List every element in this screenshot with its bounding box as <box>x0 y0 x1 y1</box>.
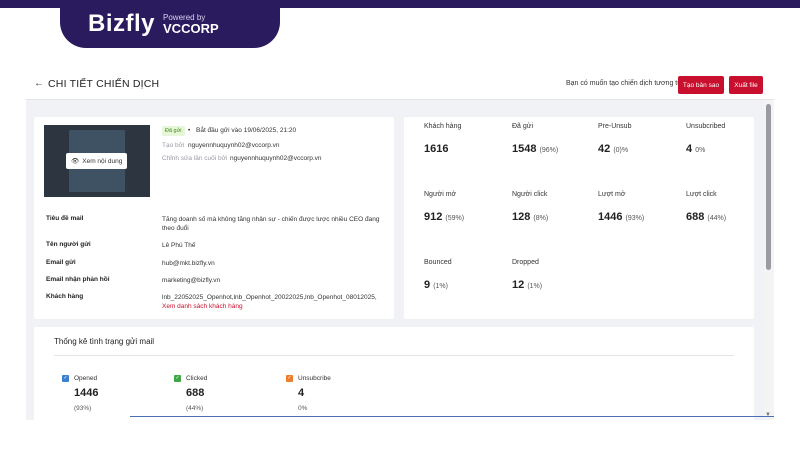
checkbox-checked-icon[interactable]: ✓ <box>286 375 293 382</box>
stat-pre-unsub-value: 42 (0)% <box>598 143 629 155</box>
legend-unsubscribe-pct: 0% <box>298 405 308 412</box>
bottom-divider <box>130 416 774 417</box>
legend-unsubscribe-value: 4 <box>298 387 305 399</box>
stat-dropped-label: Dropped <box>512 259 539 266</box>
stat-sent-label: Đã gửi <box>512 123 534 130</box>
export-file-button[interactable]: Xuất file <box>729 76 763 94</box>
legend-unsubscribe-label: Unsubcribe <box>298 375 331 382</box>
stat-opened-value: 912 (59%) <box>424 211 465 223</box>
arrow-left-icon[interactable]: ← <box>34 78 44 89</box>
campaign-info-panel: 👁 Xem nội dung Đã gửi • Bắt đầu gửi vào … <box>34 117 394 319</box>
stat-opens-label: Lượt mở <box>598 191 626 198</box>
bizfly-logo: Bizfly <box>88 10 156 37</box>
reply-email-label: Email nhận phản hồi <box>46 276 110 283</box>
mail-status-title: Thống kê tình trạng gửi mail <box>54 337 155 346</box>
customers-label: Khách hàng <box>46 293 84 300</box>
legend-clicked-pct: (44%) <box>186 405 204 412</box>
stat-bounced-label: Bounced <box>424 259 452 266</box>
stat-customers-value: 1616 <box>424 143 449 155</box>
page-title: CHI TIẾT CHIẾN DỊCH <box>48 78 160 90</box>
subject-value: Tăng doanh số mà không tăng nhân sự - ch… <box>162 216 380 232</box>
edited-by-value: nguyennhuquynh02@vccorp.vn <box>230 155 322 162</box>
status-badge: Đã gửi <box>162 126 185 136</box>
vertical-scrollbar[interactable]: ▼ <box>764 100 774 420</box>
view-content-label: Xem nội dung <box>82 157 123 165</box>
sent-info: Bắt đầu gửi vào 19/06/2025, 21:20 <box>196 127 297 134</box>
created-by-value: nguyennhuquynh02@vccorp.vn <box>188 142 280 149</box>
legend-opened-label: Opened <box>74 375 98 382</box>
view-content-button[interactable]: 👁 Xem nội dung <box>66 153 128 169</box>
dot-separator: • <box>188 127 191 134</box>
checkbox-checked-icon[interactable]: ✓ <box>62 375 69 382</box>
legend-clicked-label: Clicked <box>186 375 208 382</box>
customers-value: lnb_22052025_Openhot,lnb_Openhot_2002202… <box>162 294 377 301</box>
edited-by-label: Chỉnh sửa lần cuối bởi <box>162 155 228 162</box>
stat-opens-value: 1446 (93%) <box>598 211 645 223</box>
subject-label: Tiêu đề mail <box>46 215 84 222</box>
stat-clicked-value: 128 (8%) <box>512 211 549 223</box>
copy-campaign-button[interactable]: Tạo bản sao <box>678 76 724 94</box>
legend-clicked-value: 688 <box>186 387 205 399</box>
scrollbar-thumb[interactable] <box>766 104 771 270</box>
stat-bounced-value: 9 (1%) <box>424 279 448 291</box>
stat-opened-label: Người mở <box>424 191 457 198</box>
view-customer-list-link[interactable]: Xem danh sách khách hàng <box>162 302 243 311</box>
checkbox-checked-icon[interactable]: ✓ <box>174 375 181 382</box>
brand-logo-group: Bizfly Powered by VCCORP <box>88 10 219 38</box>
duplicate-question: Bạn có muốn tạo chiến dịch tương tự? <box>566 80 686 87</box>
powered-by: Powered by VCCORP <box>163 13 219 36</box>
stat-unsubscribed-label: Unsubcribed <box>686 123 726 130</box>
stat-clicks-value: 688 (44%) <box>686 211 727 223</box>
legend-opened-value: 1446 <box>74 387 99 399</box>
email-preview-thumbnail[interactable]: 👁 Xem nội dung <box>44 125 150 197</box>
stat-unsubscribed-value: 4 0% <box>686 143 706 155</box>
stat-clicked-label: Người click <box>512 191 548 198</box>
stat-sent-value: 1548 (96%) <box>512 143 559 155</box>
stats-panel: Khách hàng 1616 Đã gửi 1548 (96%) Pre-Un… <box>404 117 754 319</box>
eye-icon: 👁 <box>71 158 80 165</box>
stat-customers-label: Khách hàng <box>424 123 462 130</box>
reply-email-value: marketing@bizfly.vn <box>162 277 221 284</box>
stat-pre-unsub-label: Pre-Unsub <box>598 123 632 130</box>
divider <box>54 355 734 356</box>
stat-dropped-value: 12 (1%) <box>512 279 543 291</box>
mail-status-panel: Thống kê tình trạng gửi mail ✓ Opened 14… <box>34 327 754 420</box>
app-window: ← CHI TIẾT CHIẾN DỊCH Bạn có muốn tạo ch… <box>26 70 774 420</box>
sender-email-value: hub@mkt.bizfly.vn <box>162 260 215 267</box>
created-by-label: Tạo bởi <box>162 142 185 149</box>
sender-name-label: Tên người gửi <box>46 241 91 248</box>
stat-clicks-label: Lượt click <box>686 191 717 198</box>
page-header: ← CHI TIẾT CHIẾN DỊCH Bạn có muốn tạo ch… <box>26 70 774 100</box>
vccorp-logo: VCCORP <box>163 20 219 36</box>
legend-opened-pct: (93%) <box>74 405 92 412</box>
scroll-down-arrow-icon[interactable]: ▼ <box>765 412 771 418</box>
sender-name-value: Lê Phú Thế <box>162 242 196 249</box>
sender-email-label: Email gửi <box>46 259 76 266</box>
